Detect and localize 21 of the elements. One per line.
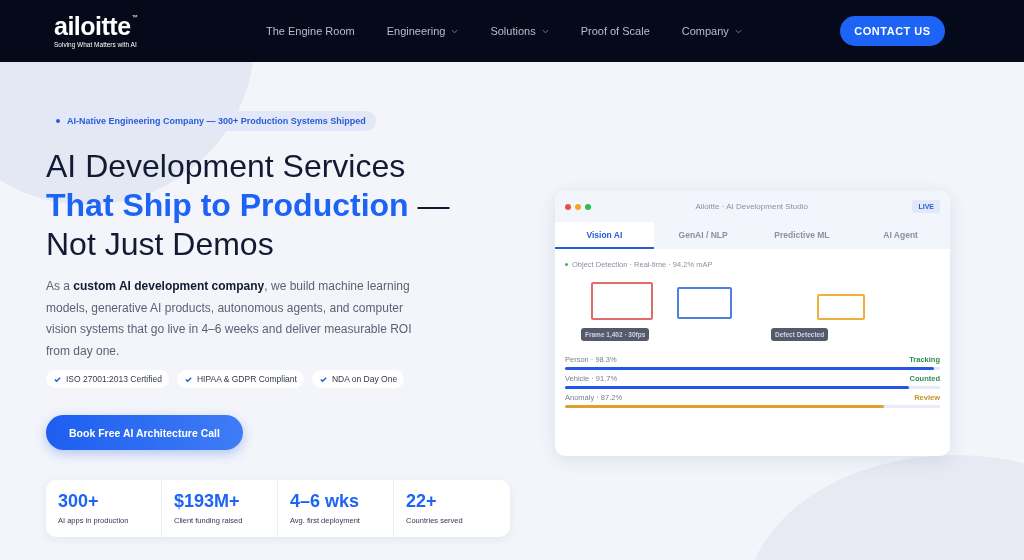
tab[interactable]: Vision AI <box>555 222 654 249</box>
nav-link[interactable]: Proof of Scale <box>580 25 650 37</box>
nav-link[interactable]: Solutions <box>490 25 549 37</box>
nav-link[interactable]: Company <box>681 25 742 37</box>
certification-badge: NDA on Day One <box>311 370 405 388</box>
stat-value: 300+ <box>58 491 100 512</box>
announcement-badge: AI-Native Engineering Company — 300+ Production Systems Shipped <box>46 111 376 131</box>
hero-heading: AI Development Services That Ship to Production — Not Just Demos <box>46 147 450 264</box>
contact-us-button[interactable]: CONTACT US <box>840 16 945 46</box>
book-call-button[interactable]: Book Free AI Architecture Call <box>46 415 243 450</box>
certification-badge: HIPAA & GDPR Compliant <box>176 370 304 388</box>
logo[interactable]: ailoitte <box>54 14 131 39</box>
stat-value: 22+ <box>406 491 438 512</box>
certification-badge: ISO 27001:2013 Certified <box>46 370 169 388</box>
intro-paragraph: As a custom AI development company, we build machine learning models, generative AI products, autonomous agents, and computer vision systems that go live in 4–6 weeks and deliver measurable ROI from day one. <box>46 278 413 360</box>
stat-value: 4–6 wks <box>290 491 361 512</box>
window-title: Ailoitte · AI Development Studio <box>694 202 809 211</box>
stat-value: $193M+ <box>174 491 241 512</box>
window-controls-icon <box>565 203 591 210</box>
nav-link[interactable]: The Engine Room <box>266 25 355 37</box>
nav-link[interactable]: Engineering <box>386 25 459 37</box>
